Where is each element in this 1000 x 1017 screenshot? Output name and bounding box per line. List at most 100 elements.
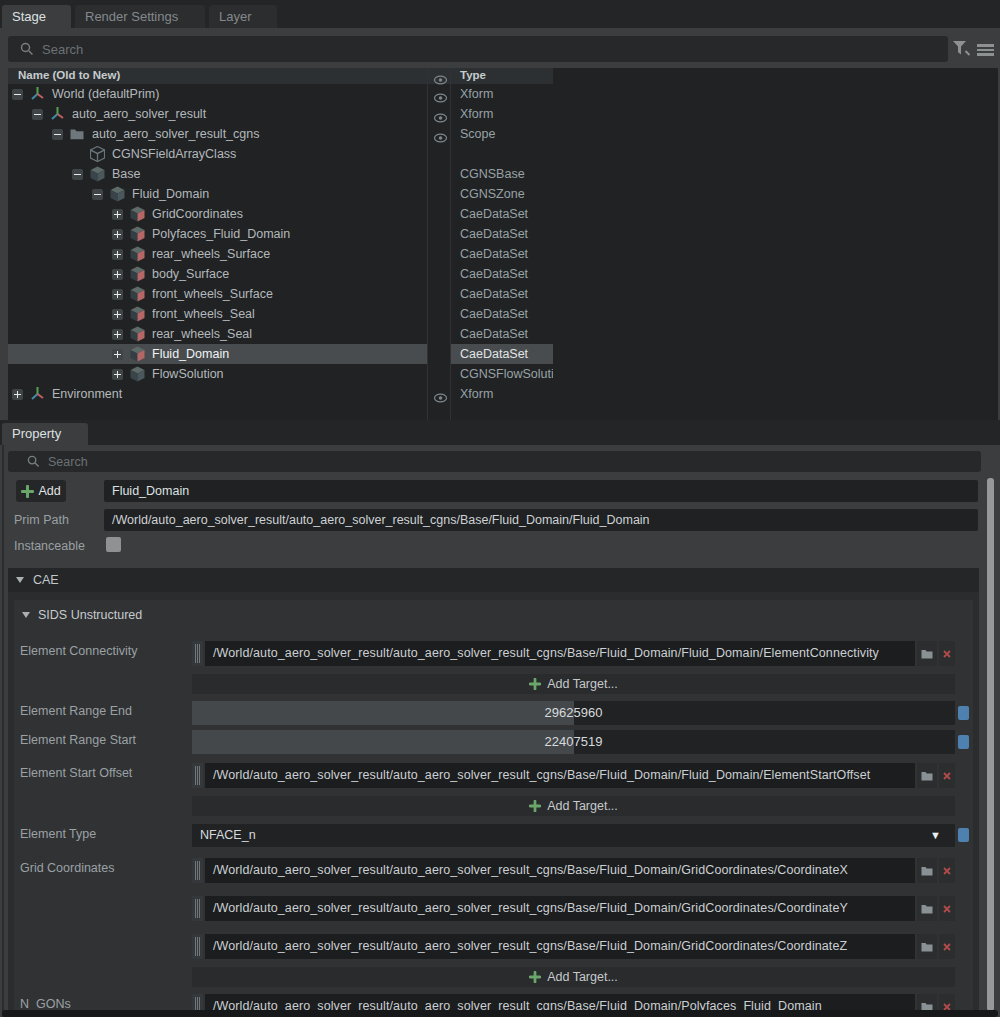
tree-row[interactable]: CaeDataSetPolyfaces_Fluid_Domain	[8, 224, 998, 244]
target-path-field[interactable]: /World/auto_aero_solver_result/auto_aero…	[205, 641, 915, 666]
visibility-eye-icon[interactable]	[433, 109, 448, 127]
expand-toggle-icon[interactable]	[12, 389, 23, 400]
tree-row[interactable]: CGNSFlowSolutionFlowSolution	[8, 364, 998, 384]
browse-folder-button[interactable]	[917, 641, 937, 666]
target-path-field[interactable]: /World/auto_aero_solver_result/auto_aero…	[205, 763, 915, 788]
visibility-eye-icon[interactable]	[433, 89, 448, 107]
expand-toggle-icon[interactable]	[112, 249, 123, 260]
expand-toggle-icon[interactable]	[112, 329, 123, 340]
add-property-button[interactable]: Add	[16, 480, 66, 502]
browse-folder-button[interactable]	[917, 934, 937, 959]
browse-folder-button[interactable]	[917, 858, 937, 883]
remove-target-button[interactable]	[939, 858, 955, 883]
instanceable-checkbox[interactable]	[106, 537, 121, 552]
tree-row[interactable]: XformWorld (defaultPrim)	[8, 84, 998, 104]
tree-row[interactable]: CaeDataSetrear_wheels_Surface	[8, 244, 998, 264]
remove-target-button[interactable]	[939, 641, 955, 666]
tab-stage[interactable]: Stage	[2, 5, 71, 28]
prim-type-label: Scope	[460, 127, 495, 141]
target-path-field[interactable]: /World/auto_aero_solver_result/auto_aero…	[205, 858, 915, 883]
add-target-button[interactable]: Add Target...	[192, 796, 955, 816]
xform-axis-icon	[50, 106, 65, 125]
column-type-header[interactable]: Type	[460, 69, 486, 81]
browse-folder-button[interactable]	[917, 896, 937, 921]
number-field[interactable]: 29625960	[192, 701, 955, 725]
tree-row[interactable]: Scopeauto_aero_solver_result_cgns	[8, 124, 998, 144]
attribute-override-indicator[interactable]	[958, 735, 969, 749]
prim-type-label: CaeDataSet	[460, 287, 528, 301]
element-type-dropdown[interactable]: NFACE_n▼	[192, 824, 955, 847]
tab-render-settings[interactable]: Render Settings	[75, 5, 205, 28]
collapse-toggle-icon[interactable]	[12, 89, 23, 100]
visibility-eye-icon[interactable]	[433, 129, 448, 147]
tree-row[interactable]: XformEnvironment	[8, 384, 998, 404]
tab-layer[interactable]: Layer	[209, 5, 277, 28]
collapse-toggle-icon[interactable]	[92, 189, 103, 200]
add-target-button[interactable]: Add Target...	[192, 967, 955, 987]
drag-handle-icon[interactable]	[192, 763, 203, 788]
property-panel: Search Add Fluid_Domain Prim Path /World…	[0, 445, 1000, 1017]
filter-icon[interactable]	[951, 39, 973, 58]
property-label: Element Connectivity	[20, 644, 137, 658]
number-field[interactable]: 22407519	[192, 730, 955, 754]
collapse-toggle-icon[interactable]	[72, 169, 83, 180]
expand-toggle-icon[interactable]	[112, 349, 123, 360]
tree-row[interactable]: CaeDataSetGridCoordinates	[8, 204, 998, 224]
add-target-label: Add Target...	[547, 677, 618, 691]
relationship-target-row: /World/auto_aero_solver_result/auto_aero…	[192, 896, 955, 921]
remove-target-button[interactable]	[939, 934, 955, 959]
expand-toggle-icon[interactable]	[112, 289, 123, 300]
cae-section-header[interactable]: CAE	[8, 568, 979, 592]
expand-toggle-icon[interactable]	[112, 229, 123, 240]
tree-row[interactable]: CGNSZoneFluid_Domain	[8, 184, 998, 204]
tree-row[interactable]: CGNSBaseBase	[8, 164, 998, 184]
prim-name-field[interactable]: Fluid_Domain	[104, 480, 978, 502]
drag-handle-icon[interactable]	[192, 858, 203, 883]
tree-row-type-cell: CaeDataSet	[450, 264, 553, 284]
vertical-scrollbar[interactable]	[987, 478, 994, 1011]
sids-section-header[interactable]: SIDS Unstructured	[14, 600, 973, 630]
tree-row[interactable]: CaeDataSetfront_wheels_Surface	[8, 284, 998, 304]
stage-search-input[interactable]: Search	[8, 36, 948, 62]
tab-property[interactable]: Property	[2, 423, 88, 445]
prim-type-label: Xform	[460, 107, 493, 121]
plus-icon	[21, 485, 34, 498]
prim-path-field[interactable]: /World/auto_aero_solver_result/auto_aero…	[104, 509, 978, 531]
expand-toggle-icon[interactable]	[112, 309, 123, 320]
drag-handle-icon[interactable]	[192, 934, 203, 959]
tree-row[interactable]: CaeDataSetfront_wheels_Seal	[8, 304, 998, 324]
property-search-input[interactable]: Search	[8, 451, 981, 472]
add-target-button[interactable]: Add Target...	[192, 674, 955, 694]
visibility-eye-icon[interactable]	[433, 389, 448, 407]
cae-dataset-cube-icon	[130, 346, 145, 366]
collapse-toggle-icon[interactable]	[52, 129, 63, 140]
collapse-toggle-icon[interactable]	[32, 109, 43, 120]
property-label: Element Range End	[20, 704, 132, 718]
remove-target-button[interactable]	[939, 763, 955, 788]
horizontal-scrollbar[interactable]	[2, 1010, 998, 1017]
remove-target-button[interactable]	[939, 896, 955, 921]
drag-handle-icon[interactable]	[192, 641, 203, 666]
tree-row[interactable]: CaeDataSetFluid_Domain	[8, 344, 998, 364]
cae-dataset-cube-icon	[130, 326, 145, 346]
cae-dataset-cube-icon	[130, 286, 145, 306]
column-name-header[interactable]: Name (Old to New)	[18, 69, 120, 81]
expand-toggle-icon[interactable]	[112, 269, 123, 280]
property-row: Element Range Start22407519	[14, 730, 973, 754]
tree-row[interactable]: CGNSFieldArrayClass	[8, 144, 998, 164]
expand-toggle-icon[interactable]	[112, 369, 123, 380]
attribute-override-indicator[interactable]	[958, 706, 969, 720]
tree-row-type-cell: CGNSZone	[450, 184, 553, 204]
tree-row-name-cell	[8, 104, 427, 124]
add-target-label: Add Target...	[547, 799, 618, 813]
menu-icon[interactable]	[977, 44, 994, 57]
tree-row[interactable]: CaeDataSetbody_Surface	[8, 264, 998, 284]
drag-handle-icon[interactable]	[192, 896, 203, 921]
attribute-override-indicator[interactable]	[958, 828, 969, 842]
target-path-field[interactable]: /World/auto_aero_solver_result/auto_aero…	[205, 896, 915, 921]
target-path-field[interactable]: /World/auto_aero_solver_result/auto_aero…	[205, 934, 915, 959]
expand-toggle-icon[interactable]	[112, 209, 123, 220]
tree-row[interactable]: CaeDataSetrear_wheels_Seal	[8, 324, 998, 344]
browse-folder-button[interactable]	[917, 763, 937, 788]
tree-row[interactable]: Xformauto_aero_solver_result	[8, 104, 998, 124]
